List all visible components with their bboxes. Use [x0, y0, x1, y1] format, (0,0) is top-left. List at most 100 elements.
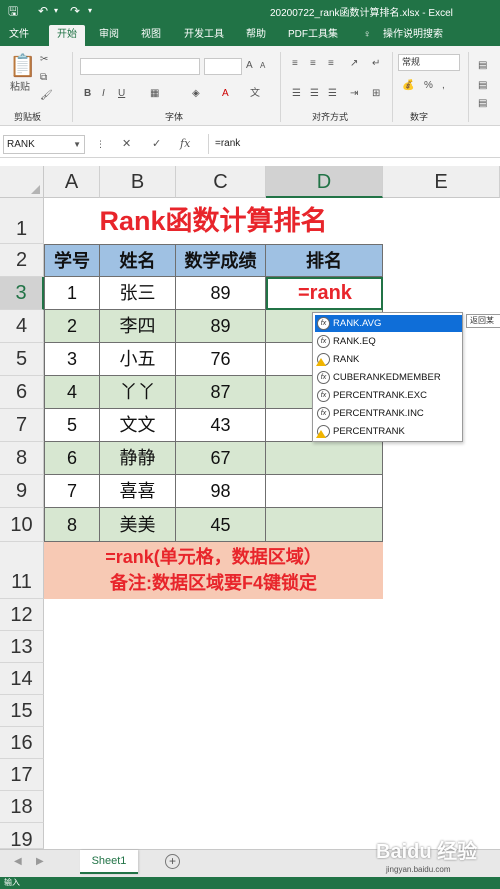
bold-icon[interactable]: B: [84, 88, 91, 100]
row-header-1[interactable]: 1: [0, 198, 44, 244]
fill-color-icon[interactable]: ◈: [192, 88, 200, 100]
cell-styles-icon[interactable]: ▤: [478, 98, 487, 110]
format-table-icon[interactable]: ▤: [478, 80, 487, 92]
sheet-title[interactable]: Rank函数计算排名: [44, 198, 383, 244]
header-name[interactable]: 姓名: [100, 244, 176, 277]
scroll-right-icon[interactable]: ▶: [36, 856, 44, 867]
row-header-17[interactable]: 17: [0, 759, 44, 791]
row-header-15[interactable]: 15: [0, 695, 44, 727]
row-header-10[interactable]: 10: [0, 508, 44, 542]
cut-icon[interactable]: ✂: [40, 54, 48, 66]
cell-name[interactable]: 静静: [100, 442, 176, 475]
undo-icon[interactable]: ↶: [38, 3, 48, 19]
cell-score[interactable]: 89: [176, 277, 266, 310]
header-score[interactable]: 数学成绩: [176, 244, 266, 277]
currency-icon[interactable]: 💰: [402, 80, 414, 92]
comma-icon[interactable]: ,: [442, 80, 445, 92]
tab-help[interactable]: 帮助: [243, 25, 269, 46]
underline-icon[interactable]: U: [118, 88, 125, 100]
align-center-icon[interactable]: ☰: [310, 88, 319, 100]
tab-file[interactable]: 文件: [6, 25, 32, 46]
cell-score[interactable]: 98: [176, 475, 266, 508]
paste-icon[interactable]: 📋: [9, 54, 36, 78]
column-header-d[interactable]: D: [266, 166, 383, 198]
save-icon[interactable]: 🖫: [8, 3, 18, 19]
name-box[interactable]: RANK ▼: [3, 135, 85, 154]
font-size-box[interactable]: [204, 58, 242, 75]
customize-toolbar-icon[interactable]: ▾: [88, 3, 92, 19]
worksheet-grid[interactable]: A B C D E 1 2 3 4 5 6 7 8 9 10 11 12 13 …: [0, 166, 500, 851]
font-family-box[interactable]: [80, 58, 200, 75]
cell-name[interactable]: 丫丫: [100, 376, 176, 409]
cell-name[interactable]: 李四: [100, 310, 176, 343]
increase-font-icon[interactable]: A: [246, 60, 253, 72]
header-rank[interactable]: 排名: [266, 244, 383, 277]
column-header-b[interactable]: B: [100, 166, 176, 198]
row-header-14[interactable]: 14: [0, 663, 44, 695]
row-header-18[interactable]: 18: [0, 791, 44, 823]
autocomplete-item[interactable]: fx CUBERANKEDMEMBER: [315, 369, 462, 386]
row-header-8[interactable]: 8: [0, 442, 44, 475]
row-header-9[interactable]: 9: [0, 475, 44, 508]
autocomplete-item[interactable]: fx PERCENTRANK.INC: [315, 405, 462, 422]
column-header-c[interactable]: C: [176, 166, 266, 198]
cell-id[interactable]: 7: [44, 475, 100, 508]
align-middle-icon[interactable]: ≡: [310, 58, 316, 70]
orientation-icon[interactable]: ↗: [350, 58, 358, 70]
cell-rank[interactable]: [266, 508, 383, 542]
indent-icon[interactable]: ⇥: [350, 88, 358, 100]
tell-me-search[interactable]: 操作说明搜索: [378, 25, 448, 46]
header-id[interactable]: 学号: [44, 244, 100, 277]
cell-score[interactable]: 67: [176, 442, 266, 475]
drag-handle-icon[interactable]: ⋮: [96, 137, 105, 151]
row-header-19[interactable]: 19: [0, 823, 44, 851]
row-header-5[interactable]: 5: [0, 343, 44, 376]
active-cell-d3[interactable]: =rank: [266, 277, 383, 310]
function-autocomplete-list[interactable]: fx RANK.AVG fx RANK.EQ RANK fx CUBERANKE…: [312, 312, 463, 442]
undo-dropdown-icon[interactable]: ▾: [54, 3, 58, 19]
autocomplete-item[interactable]: fx PERCENTRANK.EXC: [315, 387, 462, 404]
cell-name[interactable]: 张三: [100, 277, 176, 310]
autocomplete-item[interactable]: fx RANK.EQ: [315, 333, 462, 350]
align-right-icon[interactable]: ☰: [328, 88, 337, 100]
conditional-format-icon[interactable]: ▤: [478, 60, 487, 72]
row-header-13[interactable]: 13: [0, 631, 44, 663]
decrease-font-icon[interactable]: A: [260, 60, 265, 72]
row-header-2[interactable]: 2: [0, 244, 44, 277]
tab-pdf-tools[interactable]: PDF工具集: [284, 25, 342, 46]
select-all-corner[interactable]: [0, 166, 44, 198]
autocomplete-item[interactable]: fx RANK.AVG: [315, 315, 462, 332]
enter-icon[interactable]: ✓: [152, 137, 161, 151]
note-box[interactable]: =rank(单元格，数据区域） 备注:数据区域要F4键锁定: [44, 542, 383, 599]
wrap-text-icon[interactable]: ↵: [372, 58, 380, 70]
format-painter-icon[interactable]: 🖌: [40, 90, 53, 102]
cell-score[interactable]: 87: [176, 376, 266, 409]
tab-home[interactable]: 开始: [49, 25, 85, 46]
tab-developer[interactable]: 开发工具: [181, 25, 227, 46]
cancel-icon[interactable]: ✕: [122, 137, 131, 151]
cell-id[interactable]: 3: [44, 343, 100, 376]
row-header-4[interactable]: 4: [0, 310, 44, 343]
plus-icon[interactable]: +: [165, 854, 180, 869]
column-header-a[interactable]: A: [44, 166, 100, 198]
cell-id[interactable]: 1: [44, 277, 100, 310]
tab-view[interactable]: 视图: [138, 25, 164, 46]
number-format-box[interactable]: 常规: [398, 54, 460, 71]
cell-name[interactable]: 小五: [100, 343, 176, 376]
align-left-icon[interactable]: ☰: [292, 88, 301, 100]
row-header-7[interactable]: 7: [0, 409, 44, 442]
borders-icon[interactable]: ▦: [150, 88, 159, 100]
cell-rank[interactable]: [266, 475, 383, 508]
row-header-16[interactable]: 16: [0, 727, 44, 759]
autocomplete-item[interactable]: RANK: [315, 351, 462, 368]
cell-score[interactable]: 45: [176, 508, 266, 542]
italic-icon[interactable]: I: [102, 88, 105, 100]
scroll-left-icon[interactable]: ◀: [14, 856, 22, 867]
cell-id[interactable]: 5: [44, 409, 100, 442]
phonetic-icon[interactable]: 文: [250, 88, 260, 100]
paste-label[interactable]: 粘贴: [10, 82, 30, 94]
cell-name[interactable]: 文文: [100, 409, 176, 442]
merge-center-icon[interactable]: ⊞: [372, 88, 380, 100]
cell-score[interactable]: 76: [176, 343, 266, 376]
cell-name[interactable]: 喜喜: [100, 475, 176, 508]
